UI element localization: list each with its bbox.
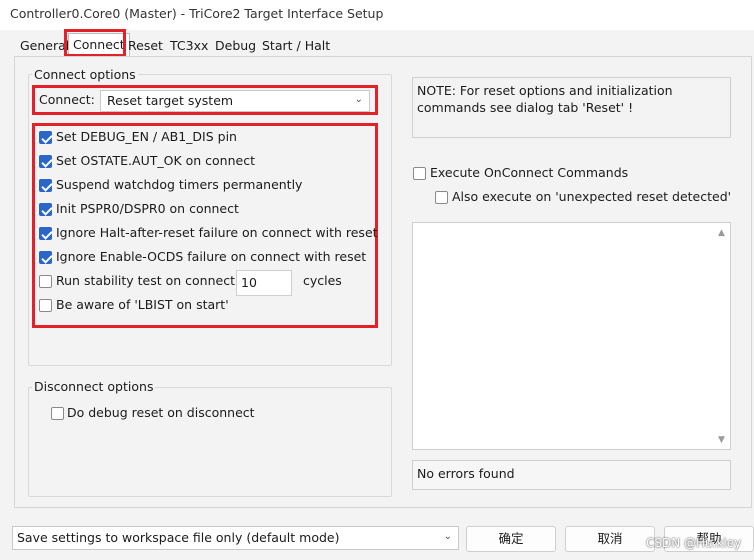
note-text: NOTE: For reset options and initializati… (417, 83, 673, 115)
disconnect-options-group (28, 387, 392, 497)
checkbox-set-ostate[interactable] (39, 155, 52, 168)
checkbox-also-execute-unexpected-reset[interactable] (435, 191, 448, 204)
note-box: NOTE: For reset options and initializati… (412, 77, 731, 138)
status-text: No errors found (417, 466, 515, 481)
connect-options-label: Connect options (32, 67, 138, 82)
csdn-watermark: CSDN @Hu.kiey (646, 536, 742, 550)
label-execute-onconnect: Execute OnConnect Commands (430, 165, 629, 180)
checkbox-ignore-enable-ocds[interactable] (39, 251, 52, 264)
title-bar: Controller0.Core0 (Master) - TriCore2 Ta… (0, 0, 754, 30)
onconnect-commands-textarea[interactable]: ▲ ▼ (412, 222, 731, 450)
tab-debug[interactable]: Debug (213, 36, 258, 56)
checkbox-lbist-aware[interactable] (39, 299, 52, 312)
chevron-down-icon: ⌄ (354, 94, 363, 105)
label-init-pspr0: Init PSPR0/DSPR0 on connect (56, 201, 239, 216)
cancel-button[interactable]: 取消 (565, 526, 655, 552)
label-set-debug-en: Set DEBUG_EN / AB1_DIS pin (56, 129, 237, 144)
checkbox-run-stability-test[interactable] (39, 275, 52, 288)
save-mode-value: Save settings to workspace file only (de… (17, 530, 340, 545)
label-ignore-halt-after-reset: Ignore Halt-after-reset failure on conne… (56, 225, 378, 240)
save-mode-select[interactable]: Save settings to workspace file only (de… (12, 526, 459, 550)
tab-tc3xx[interactable]: TC3xx (168, 36, 210, 56)
label-set-ostate: Set OSTATE.AUT_OK on connect (56, 153, 255, 168)
disconnect-options-label: Disconnect options (32, 379, 156, 394)
stability-cycles-input[interactable]: 10 (236, 270, 292, 296)
tab-reset[interactable]: Reset (126, 36, 165, 56)
scroll-down-icon[interactable]: ▼ (718, 435, 725, 445)
checkbox-execute-onconnect[interactable] (413, 167, 426, 180)
checkbox-debug-reset-disconnect[interactable] (51, 407, 64, 420)
tab-connect-highlight (64, 29, 126, 57)
ok-button[interactable]: 确定 (466, 526, 556, 552)
label-debug-reset-disconnect: Do debug reset on disconnect (67, 405, 255, 420)
window-title: Controller0.Core0 (Master) - TriCore2 Ta… (10, 6, 384, 21)
label-also-execute-unexpected-reset: Also execute on 'unexpected reset detect… (452, 189, 732, 204)
stability-cycles-unit: cycles (303, 273, 342, 288)
chevron-down-icon: ⌄ (443, 531, 452, 542)
label-ignore-enable-ocds: Ignore Enable-OCDS failure on connect wi… (56, 249, 367, 264)
tab-start-halt[interactable]: Start / Halt (260, 36, 332, 56)
label-run-stability-test: Run stability test on connect (56, 273, 235, 288)
label-lbist-aware: Be aware of 'LBIST on start' (56, 297, 229, 312)
stability-cycles-value: 10 (241, 275, 257, 290)
connect-mode-label: Connect: (39, 92, 95, 107)
checkbox-suspend-watchdog[interactable] (39, 179, 52, 192)
checkbox-init-pspr0[interactable] (39, 203, 52, 216)
textarea-scrollbar[interactable]: ▲ ▼ (714, 223, 730, 449)
connect-mode-select[interactable]: Reset target system ⌄ (100, 90, 370, 112)
label-suspend-watchdog: Suspend watchdog timers permanently (56, 177, 303, 192)
status-box: No errors found (412, 460, 731, 490)
checkbox-ignore-halt-after-reset[interactable] (39, 227, 52, 240)
connect-mode-value: Reset target system (107, 93, 234, 108)
scroll-up-icon[interactable]: ▲ (718, 228, 725, 238)
checkbox-set-debug-en[interactable] (39, 131, 52, 144)
